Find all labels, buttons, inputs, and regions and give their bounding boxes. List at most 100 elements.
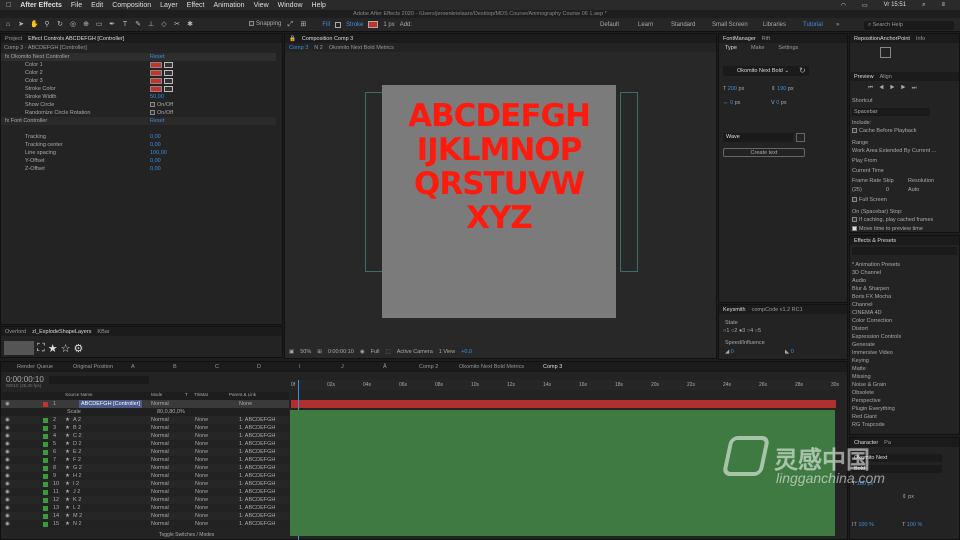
layer-row[interactable]: ◉ 6 ★ E 2 Normal None 1. ABCDEFGH — [1, 448, 289, 456]
stroke-width[interactable]: 1 px — [383, 22, 394, 28]
tab-compcode[interactable]: compCode v1.2 RC1 — [752, 307, 803, 313]
layer-name[interactable]: L 2 — [73, 504, 80, 512]
layer-parent[interactable]: 1. ABCDEFGH — [239, 464, 275, 472]
clone-tool-icon[interactable]: ⊥ — [147, 21, 155, 29]
layer-parent[interactable]: 1. ABCDEFGH — [239, 440, 275, 448]
param-show-circle[interactable]: Show Circle On/Off — [1, 101, 173, 109]
search-help-input[interactable]: ⌕ Search Help — [864, 21, 954, 30]
layer-trkmat[interactable]: None — [195, 416, 208, 424]
layer-trkmat[interactable]: None — [195, 456, 208, 464]
layer-parent[interactable]: 1. ABCDEFGH — [239, 472, 275, 480]
full-screen-checkbox[interactable]: Full Screen — [852, 197, 887, 203]
param-color-3[interactable]: Color 3 — [1, 77, 43, 85]
eye-icon[interactable]: ◉ — [5, 464, 10, 472]
tab-paragraph[interactable]: Pa — [884, 440, 891, 446]
layer-parent[interactable]: 1. ABCDEFGH — [239, 416, 275, 424]
label-swatch[interactable] — [43, 442, 48, 447]
snapping-checkbox[interactable]: Snapping — [249, 21, 281, 28]
resolution-select[interactable]: Auto — [908, 187, 919, 193]
effects-category[interactable]: Missing — [852, 373, 957, 381]
eye-icon[interactable]: ◉ — [5, 512, 10, 520]
layer-parent[interactable]: 1. ABCDEFGH — [239, 488, 275, 496]
label-swatch[interactable] — [43, 482, 48, 487]
layer-mode[interactable]: Normal — [151, 472, 169, 480]
star-outline-icon[interactable]: ☆ — [61, 342, 71, 355]
layer-parent[interactable]: 1. ABCDEFGH — [239, 456, 275, 464]
layer-name[interactable]: ABCDEFGH [Controller] — [79, 400, 142, 408]
create-text-button[interactable]: Create text — [723, 148, 805, 157]
layer-trkmat[interactable]: None — [195, 520, 208, 528]
layer-trkmat[interactable]: None — [195, 496, 208, 504]
layer-mode[interactable]: Normal — [151, 456, 169, 464]
timeline-tab[interactable]: J — [329, 364, 371, 370]
label-swatch[interactable] — [43, 506, 48, 511]
layer-trkmat[interactable]: None — [195, 424, 208, 432]
stroke-swatch[interactable] — [368, 21, 379, 28]
layer-row[interactable]: ◉ 3 ★ B 2 Normal None 1. ABCDEFGH — [1, 424, 289, 432]
eye-icon[interactable]: ◉ — [5, 440, 10, 448]
tab-align[interactable]: Align — [880, 74, 892, 80]
param-line-spacing[interactable]: Line spacing 100,00 — [1, 149, 167, 157]
col-trkmat[interactable]: TrkMat — [194, 392, 208, 397]
effects-category[interactable]: Color Correction — [852, 317, 957, 325]
playback-controls[interactable]: ⏮◀▶▶⏭ — [868, 85, 923, 92]
layer-row[interactable]: ◉ 15 ★ N 2 Normal None 1. ABCDEFGH — [1, 520, 289, 528]
layer-row[interactable]: ◉ 8 ★ G 2 Normal None 1. ABCDEFGH — [1, 464, 289, 472]
menu-view[interactable]: View — [254, 2, 269, 9]
layer-name[interactable]: K 2 — [73, 496, 81, 504]
snap-icon[interactable]: ⤢ — [286, 21, 294, 29]
layer-name[interactable]: H 2 — [73, 472, 82, 480]
wifi-icon[interactable]: ◠ — [841, 2, 846, 9]
apple-icon[interactable]:  — [6, 2, 11, 9]
fill-swatch[interactable] — [335, 21, 342, 28]
effects-category[interactable]: Noise & Grain — [852, 381, 957, 389]
layer-trkmat[interactable]: None — [195, 512, 208, 520]
layer-mode[interactable]: Normal — [151, 520, 169, 528]
label-swatch[interactable] — [43, 490, 48, 495]
param-color-1[interactable]: Color 1 — [1, 61, 43, 69]
timeline-tab[interactable]: Original Position — [61, 364, 119, 370]
subtab-make[interactable]: Make — [751, 45, 764, 51]
star-icon[interactable]: ★ — [48, 342, 58, 355]
lock-icon[interactable]: 🔒 — [289, 36, 296, 42]
layer-trkmat[interactable]: None — [195, 432, 208, 440]
eyedropper-icon[interactable] — [164, 86, 173, 92]
ws-learn[interactable]: Learn — [638, 18, 653, 32]
menu-composition[interactable]: Composition — [112, 2, 151, 9]
controller-layer-row[interactable]: ◉ 1 ABCDEFGH [Controller] Normal None — [1, 400, 289, 408]
eye-icon[interactable]: ◉ — [5, 472, 10, 480]
brush-tool-icon[interactable]: ✎ — [134, 21, 142, 29]
effects-category[interactable]: Boris FX Mocha — [852, 293, 957, 301]
layer-row[interactable]: ◉ 10 ★ I 2 Normal None 1. ABCDEFGH — [1, 480, 289, 488]
layer-parent[interactable]: 1. ABCDEFGH — [239, 424, 275, 432]
layer-mode[interactable]: Normal — [151, 512, 169, 520]
label-swatch[interactable] — [43, 498, 48, 503]
layer-row[interactable]: ◉ 14 ★ M 2 Normal None 1. ABCDEFGH — [1, 512, 289, 520]
layer-name[interactable]: I 2 — [73, 480, 79, 488]
ws-small-screen[interactable]: Small Screen — [712, 18, 748, 32]
state-options[interactable]: ○1 ○2 ●3 ○4 ○5 — [723, 328, 761, 334]
hand-tool-icon[interactable]: ✋ — [30, 21, 39, 29]
frame-rate-select[interactable]: (25) — [852, 187, 862, 193]
add-label[interactable]: Add: — [400, 22, 412, 28]
tab-kbar[interactable]: KBar — [97, 329, 109, 335]
layer-row[interactable]: ◉ 11 ★ J 2 Normal None 1. ABCDEFGH — [1, 488, 289, 496]
pen-tool-icon[interactable]: ✒ — [108, 21, 116, 29]
ws-libraries[interactable]: Libraries — [763, 18, 786, 32]
timeline-tab[interactable]: Å — [371, 364, 407, 370]
color-1-swatch[interactable] — [150, 62, 162, 68]
effects-category[interactable]: Plugin Everything — [852, 405, 957, 413]
layer-mode[interactable]: Normal — [151, 424, 169, 432]
layer-mode[interactable]: Normal — [151, 504, 169, 512]
layer-trkmat[interactable]: None — [195, 440, 208, 448]
scale-value[interactable]: 80,0,80,0% — [157, 408, 185, 416]
layer-trkmat[interactable]: None — [195, 464, 208, 472]
tab-info[interactable]: Info — [916, 36, 925, 42]
if-caching-checkbox[interactable]: If caching, play cached frames — [852, 217, 933, 223]
view-select[interactable]: 1 View — [439, 349, 455, 355]
battery-icon[interactable]: ▭ — [862, 2, 868, 9]
effects-category[interactable]: Generate — [852, 341, 957, 349]
layer-mode[interactable]: Normal — [151, 400, 169, 408]
param-z-offset[interactable]: Z-Offset 0,00 — [1, 165, 161, 173]
layer-row[interactable]: ◉ 12 ★ K 2 Normal None 1. ABCDEFGH — [1, 496, 289, 504]
